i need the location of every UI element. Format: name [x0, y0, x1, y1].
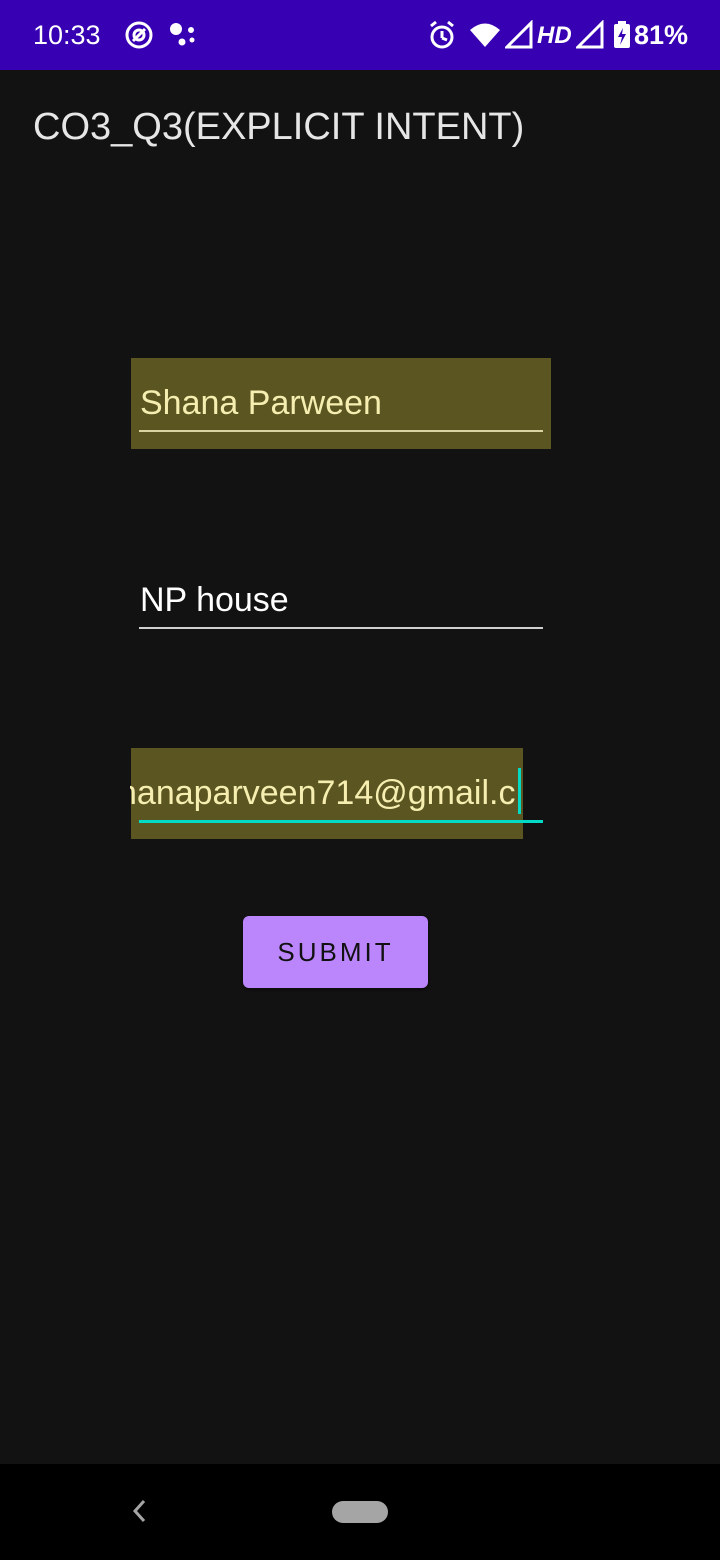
status-time: 10:33	[33, 20, 101, 50]
address-field-value[interactable]: NP house	[140, 581, 543, 620]
network-type-label: HD	[537, 22, 572, 49]
status-bar: 10:33 HD 81%	[0, 0, 720, 70]
assistant-dots-icon	[168, 20, 198, 55]
name-field-value[interactable]: Shana Parween	[140, 384, 543, 423]
signal-icon	[503, 19, 533, 55]
battery-percent: 81%	[634, 20, 689, 50]
home-pill-icon[interactable]	[332, 1501, 388, 1523]
back-icon[interactable]	[128, 1496, 150, 1531]
hd-signal-icon	[574, 19, 604, 55]
address-field-underline	[139, 627, 543, 629]
alarm-icon	[428, 20, 456, 55]
text-cursor	[518, 768, 521, 814]
submit-button[interactable]: SUBMIT	[243, 916, 428, 988]
email-field-underline	[139, 820, 543, 823]
email-field-value[interactable]: hanaparveen714@gmail.c	[130, 774, 543, 813]
circle-at-icon	[124, 20, 154, 55]
battery-charging-icon	[612, 20, 632, 55]
wifi-icon	[468, 20, 502, 55]
name-field-underline	[139, 430, 543, 432]
page-title: CO3_Q3(EXPLICIT INTENT)	[33, 106, 525, 148]
